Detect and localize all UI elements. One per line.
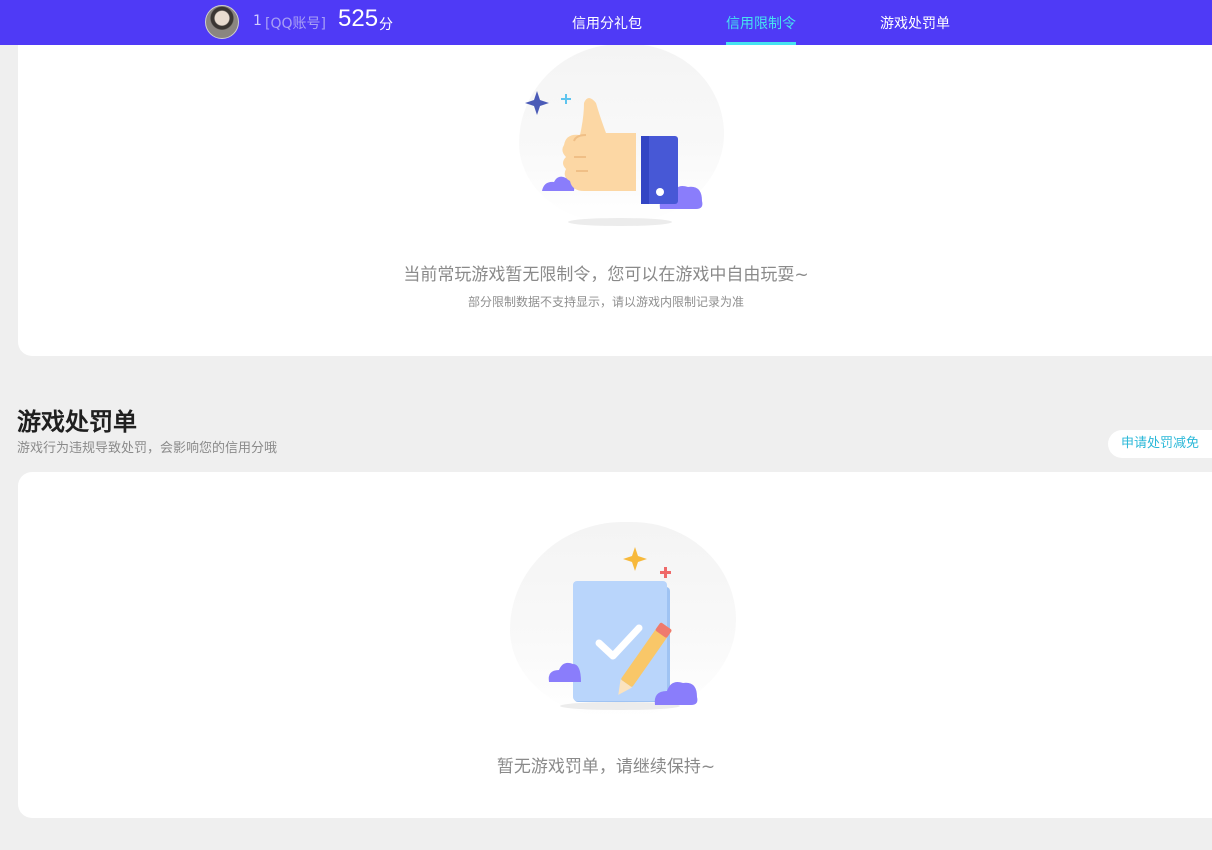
tab-credit-gift[interactable]: 信用分礼包 [572,13,642,33]
apply-penalty-reduction-button[interactable]: 申请处罚减免 [1108,430,1212,458]
account-id: 1 [253,13,262,29]
avatar[interactable] [205,5,239,39]
tab-game-penalty[interactable]: 游戏处罚单 [880,13,950,33]
restriction-empty-title: 当前常玩游戏暂无限制令，您可以在游戏中自由玩耍~ [403,265,809,285]
credit-score: 525 [338,5,379,32]
credit-score-unit: 分 [379,17,393,33]
penalty-section-title: 游戏处罚单 [17,408,137,436]
thumbs-up-icon [525,91,703,226]
restriction-empty-note: 部分限制数据不支持显示，请以游戏内限制记录为准 [467,295,744,309]
tab-credit-restriction[interactable]: 信用限制令 [726,13,796,33]
active-tab-underline [726,42,796,45]
account-type: [QQ账号] [265,16,326,32]
checklist-pencil-icon [548,547,698,710]
penalty-section-desc: 游戏行为违规导致处罚，会影响您的信用分哦 [17,441,278,456]
penalty-empty-title: 暂无游戏罚单，请继续保持~ [496,757,716,777]
top-bar: 1 [QQ账号] 525 分 信用分礼包 信用限制令 游戏处罚单 [0,0,1212,45]
